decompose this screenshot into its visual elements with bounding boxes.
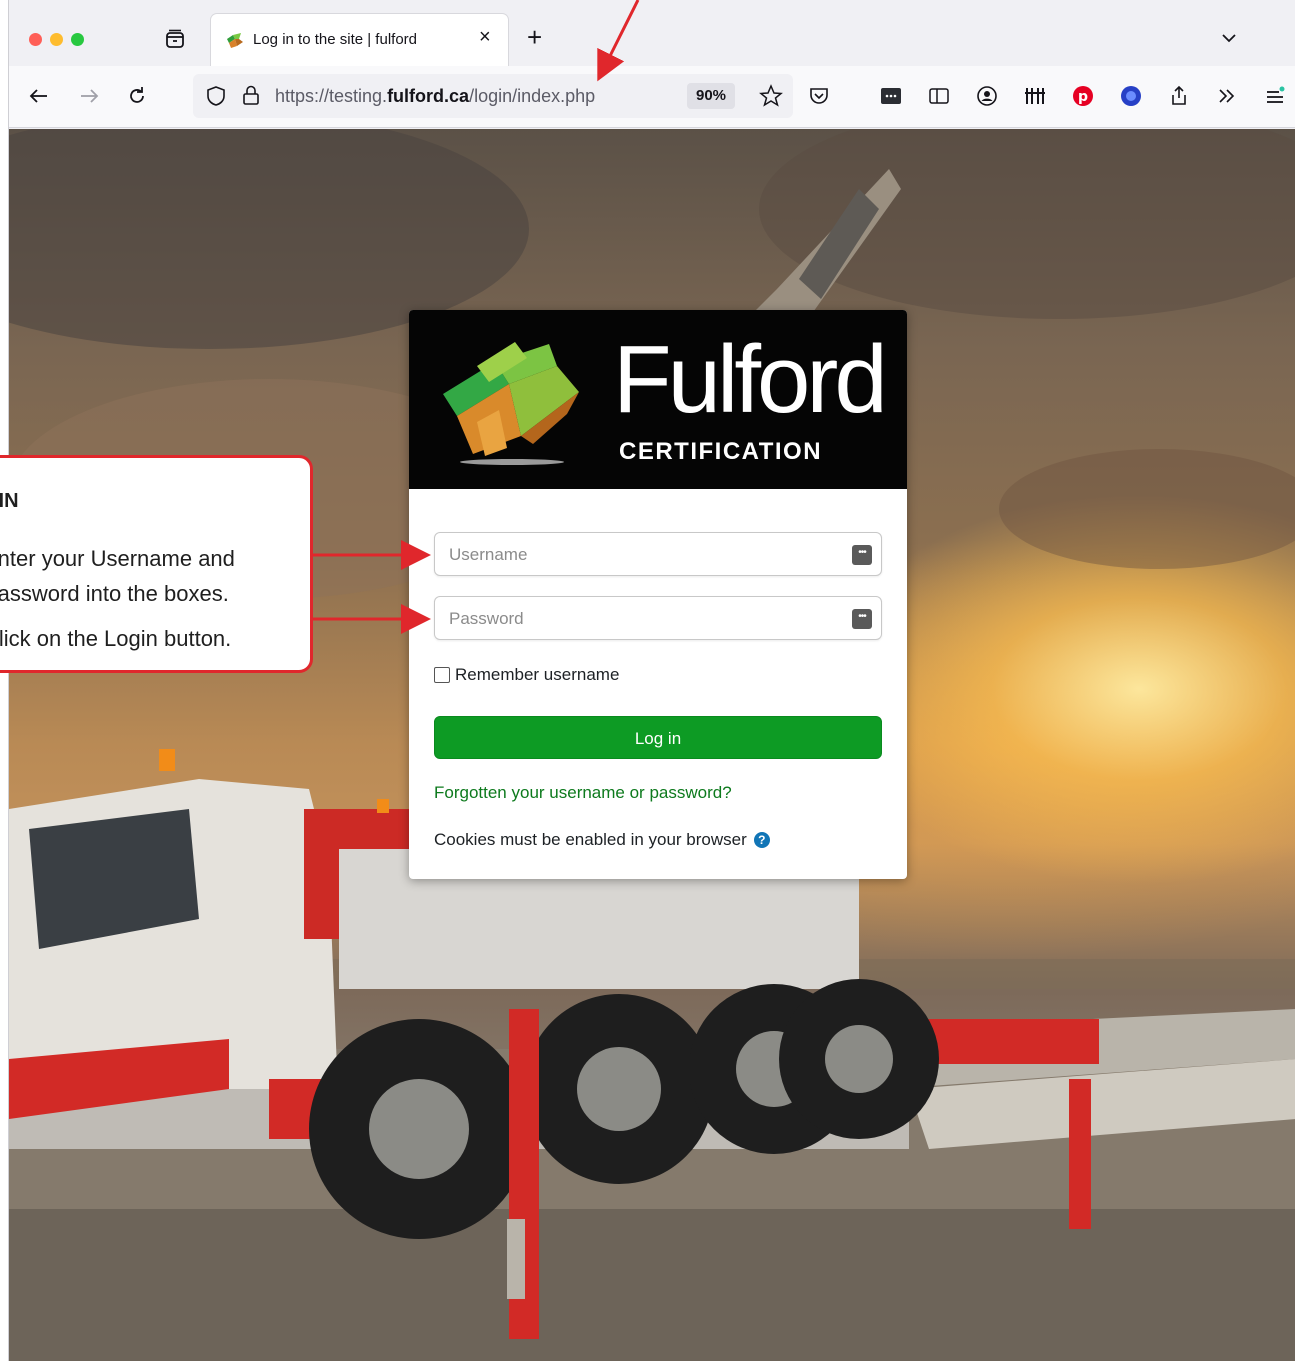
password-manager-icon[interactable] (879, 84, 903, 108)
instruction-callout: GIN Enter your Username and Password int… (0, 455, 313, 673)
active-tab[interactable]: Log in to the site | fulford × (211, 14, 508, 66)
menu-icon[interactable] (1263, 84, 1287, 108)
remember-username-label: Remember username (455, 665, 620, 684)
remember-username[interactable]: Remember username (434, 665, 619, 685)
remember-username-checkbox[interactable] (434, 667, 450, 683)
new-tab-button[interactable]: + (527, 24, 542, 50)
shield-icon[interactable] (205, 85, 227, 107)
tab-bar: Log in to the site | fulford × + (9, 0, 1295, 72)
fulford-logo-icon (443, 342, 579, 465)
password-input[interactable] (449, 607, 829, 631)
username-field[interactable]: ••• (434, 532, 882, 576)
callout-line-2: Password into the boxes. (0, 581, 229, 606)
forward-arrow-icon[interactable] (77, 84, 101, 108)
zoom-window-button[interactable] (71, 33, 84, 46)
brand-name: Fulford (613, 326, 888, 433)
overflow-chevron-icon[interactable] (1215, 84, 1239, 108)
navigation-bar: https://testing.fulford.ca/login/index.p… (9, 66, 1295, 128)
callout-line-1: Enter your Username and (0, 546, 235, 571)
cookies-notice: Cookies must be enabled in your browser … (434, 830, 770, 850)
url-text[interactable]: https://testing.fulford.ca/login/index.p… (275, 86, 595, 107)
minimize-window-button[interactable] (50, 33, 63, 46)
zoom-level-badge[interactable]: 90% (687, 83, 735, 109)
login-page: Fulford CERTIFICATION ••• ••• Remember u… (9, 129, 1295, 1361)
cookies-notice-text: Cookies must be enabled in your browser (434, 830, 747, 849)
login-card: Fulford CERTIFICATION ••• ••• Remember u… (409, 310, 907, 879)
reader-view-icon[interactable] (927, 84, 951, 108)
password-manager-icon[interactable]: ••• (852, 609, 872, 629)
brand-header: Fulford CERTIFICATION (409, 310, 907, 489)
extension-blue-icon[interactable] (1119, 84, 1143, 108)
callout-line-3: Click on the Login button. (0, 626, 232, 651)
browser-window: Log in to the site | fulford × + https:/… (8, 0, 1295, 1361)
fulford-favicon-icon (227, 33, 243, 48)
password-manager-icon[interactable]: ••• (852, 545, 872, 565)
address-bar[interactable]: https://testing.fulford.ca/login/index.p… (193, 74, 793, 118)
brand-subtitle: CERTIFICATION (619, 438, 823, 465)
bookmark-star-icon[interactable] (759, 84, 783, 108)
lock-icon[interactable] (241, 84, 261, 106)
tab-list-icon[interactable] (164, 28, 186, 50)
share-icon[interactable] (1167, 84, 1191, 108)
close-window-button[interactable] (29, 33, 42, 46)
tab-title: Log in to the site | fulford (253, 31, 417, 48)
help-icon[interactable]: ? (753, 832, 770, 848)
username-input[interactable] (449, 543, 829, 567)
reload-icon[interactable] (125, 84, 149, 108)
pinterest-icon[interactable]: p (1071, 84, 1095, 108)
account-icon[interactable] (975, 84, 999, 108)
back-arrow-icon[interactable] (27, 84, 51, 108)
svg-text:p: p (1078, 89, 1088, 105)
login-button[interactable]: Log in (434, 716, 882, 759)
forgot-credentials-link[interactable]: Forgotten your username or password? (434, 783, 732, 803)
password-field[interactable]: ••• (434, 596, 882, 640)
callout-title: GIN (0, 490, 19, 512)
chevron-down-icon[interactable] (1217, 26, 1241, 50)
tab-close-icon[interactable]: × (479, 26, 491, 49)
pocket-icon[interactable] (807, 84, 831, 108)
extension-grid-icon[interactable] (1023, 84, 1047, 108)
